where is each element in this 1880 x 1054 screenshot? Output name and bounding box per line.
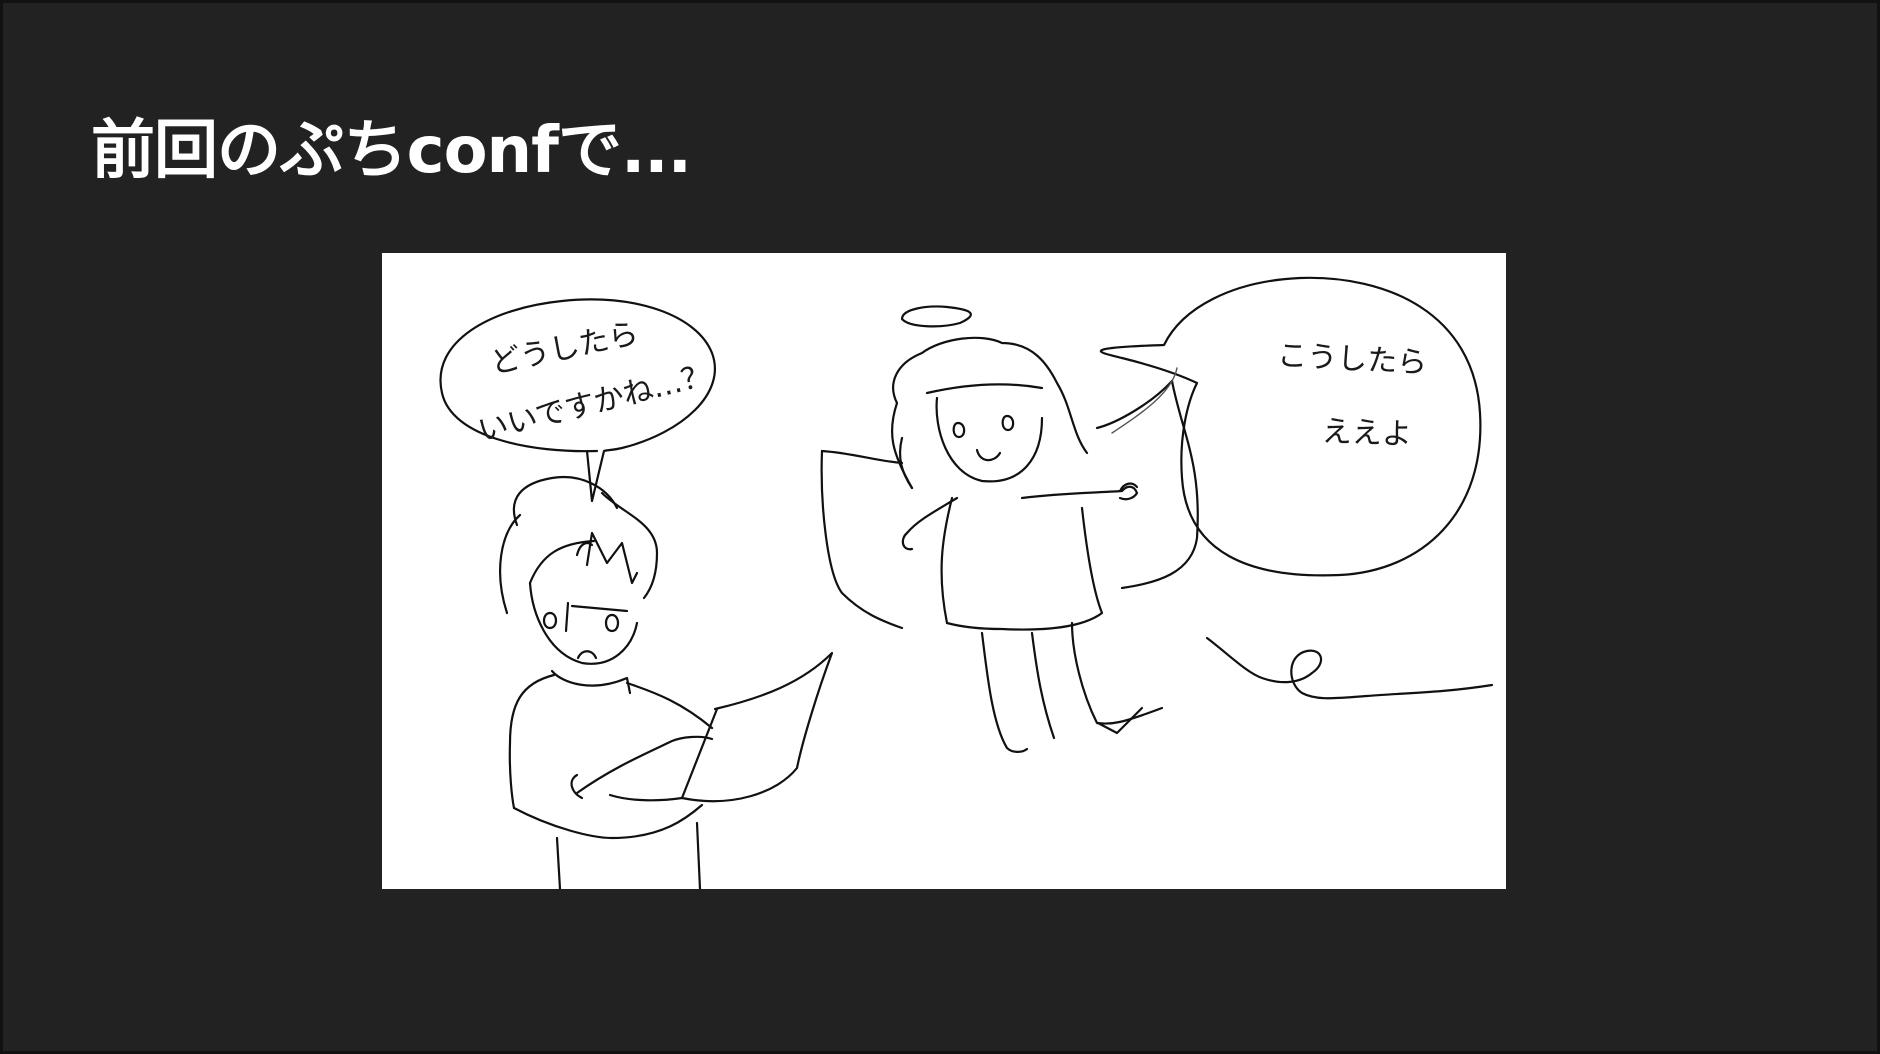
right-speech-bubble: こうしたら ええよ: [1099, 276, 1482, 577]
left-speech-bubble: どうしたら いいですかね…？: [439, 298, 716, 503]
right-bubble-line2: ええよ: [1321, 414, 1412, 452]
slide-title: 前回のぷちconfで...: [91, 114, 692, 188]
sketch-illustration: どうしたら いいですかね…？ こうしたら ええよ: [382, 253, 1506, 889]
right-bubble-line1: こうしたら: [1276, 338, 1428, 381]
slide: 前回のぷちconfで... どうしたら いいですかね…？ こうしたら ええよ: [0, 0, 1880, 1054]
sketch-canvas: どうしたら いいですかね…？ こうしたら ええよ: [439, 276, 1494, 889]
left-bubble-line1: どうしたら: [488, 316, 642, 381]
flourish-line: [1205, 636, 1494, 700]
bubble-tail-line: [1111, 367, 1178, 434]
person-with-laptop-drawing: [499, 475, 834, 889]
angel-drawing: [820, 305, 1199, 753]
